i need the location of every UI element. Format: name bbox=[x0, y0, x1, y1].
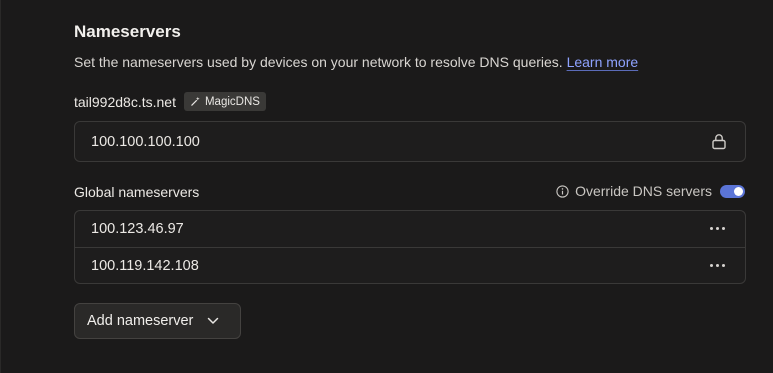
nameserver-address: 100.123.46.97 bbox=[91, 221, 184, 237]
magicdns-nameserver-box: 100.100.100.100 bbox=[74, 121, 746, 162]
info-icon[interactable] bbox=[556, 184, 569, 198]
override-dns-label: Override DNS servers bbox=[575, 183, 712, 199]
tailnet-name: tail992d8c.ts.net bbox=[74, 93, 176, 110]
nameserver-row: 100.119.142.108 bbox=[75, 247, 745, 283]
global-nameservers-list: 100.123.46.97 100.119.142.108 bbox=[74, 210, 746, 284]
magicdns-badge: MagicDNS bbox=[183, 92, 266, 111]
section-title: Nameservers bbox=[74, 22, 181, 41]
override-dns-control: Override DNS servers bbox=[556, 183, 745, 199]
override-dns-toggle[interactable] bbox=[720, 184, 745, 198]
tailnet-header: tail992d8c.ts.net MagicDNS bbox=[74, 92, 266, 111]
nameserver-address: 100.100.100.100 bbox=[91, 133, 200, 150]
global-nameservers-label: Global nameservers bbox=[74, 184, 200, 200]
chevron-down-icon bbox=[208, 317, 219, 324]
add-nameserver-label: Add nameserver bbox=[87, 313, 194, 329]
more-options-icon[interactable] bbox=[710, 223, 725, 234]
add-nameserver-button[interactable]: Add nameserver bbox=[74, 303, 241, 339]
nameserver-row: 100.123.46.97 bbox=[75, 211, 745, 247]
description-text: Set the nameservers used by devices on y… bbox=[74, 54, 563, 70]
section-description: Set the nameservers used by devices on y… bbox=[74, 54, 638, 70]
lock-icon bbox=[712, 134, 726, 150]
magicdns-badge-label: MagicDNS bbox=[204, 95, 260, 108]
more-options-icon[interactable] bbox=[710, 260, 725, 271]
magicdns-nameserver-row: 100.100.100.100 bbox=[75, 122, 745, 161]
nameservers-panel: Nameservers Set the nameservers used by … bbox=[0, 0, 773, 373]
sparkle-icon bbox=[191, 96, 200, 106]
nameserver-address: 100.119.142.108 bbox=[91, 257, 199, 274]
learn-more-link[interactable]: Learn more bbox=[567, 54, 639, 70]
